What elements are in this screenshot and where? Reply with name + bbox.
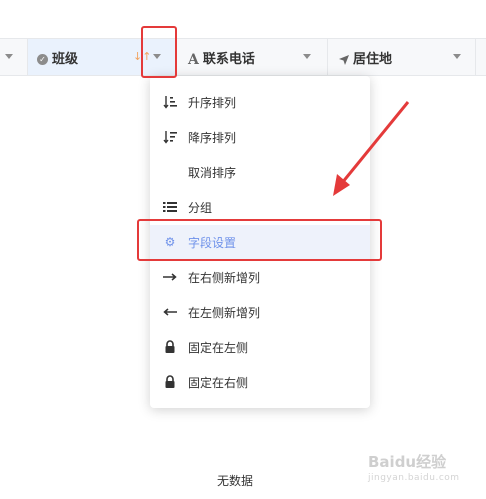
column-menu-caret-icon[interactable] (5, 54, 13, 59)
menu-item-cancel-sort[interactable]: 取消排序 (150, 155, 370, 190)
menu-item-pin-left[interactable]: 固定在左侧 (150, 330, 370, 365)
menu-item-pin-right[interactable]: 固定在右侧 (150, 365, 370, 400)
column-header-label: 班级 (52, 52, 79, 67)
menu-item-label: 降序排列 (188, 131, 237, 145)
column-header-label: 居住地 (353, 52, 393, 67)
menu-item-label: 在右侧新增列 (188, 271, 261, 285)
lock-icon (165, 340, 175, 353)
arrow-right-icon (163, 273, 177, 281)
column-header-label: 联系电话 (202, 52, 255, 67)
watermark-subtext: jingyan.baidu.com (368, 473, 460, 483)
list-icon (163, 202, 177, 212)
baidu-watermark-logo: Baidu经验 jingyan.baidu.com (368, 451, 460, 483)
menu-item-label: 升序排列 (188, 96, 237, 110)
menu-item-label: 固定在左侧 (188, 341, 249, 355)
empty-state-text: 无数据 (217, 474, 254, 488)
column-header-previous[interactable] (0, 39, 28, 75)
menu-item-insert-column-right[interactable]: 在右侧新增列 (150, 260, 370, 295)
annotation-highlight-field-settings (137, 219, 382, 261)
menu-item-sort-descending[interactable]: 降序排列 (150, 120, 370, 155)
check-circle-icon: ✓ (37, 54, 48, 65)
location-arrow-icon (339, 54, 349, 65)
menu-item-label: 固定在右侧 (188, 376, 249, 390)
lock-icon (165, 375, 175, 388)
menu-item-sort-ascending[interactable]: 升序排列 (150, 85, 370, 120)
column-menu-caret-icon[interactable] (453, 54, 461, 59)
menu-item-insert-column-left[interactable]: 在左侧新增列 (150, 295, 370, 330)
column-menu-caret-icon[interactable] (303, 54, 311, 59)
column-header-phone[interactable]: A 联系电话 (176, 39, 328, 75)
sort-ascending-icon (163, 96, 177, 109)
column-header-address[interactable]: 居住地 (328, 39, 476, 75)
annotation-highlight-caret (141, 26, 177, 78)
menu-item-label: 分组 (188, 201, 213, 215)
table-header-row: ✓ 班级 ↓↑ A 联系电话 居住地 (0, 38, 486, 76)
menu-item-label: 在左侧新增列 (188, 306, 261, 320)
text-a-icon: A (188, 51, 199, 68)
sort-descending-icon (163, 131, 177, 144)
column-header-next[interactable] (476, 39, 486, 75)
menu-item-label: 取消排序 (188, 166, 237, 180)
arrow-left-icon (163, 308, 177, 316)
watermark-text: Baidu经验 (368, 453, 447, 471)
